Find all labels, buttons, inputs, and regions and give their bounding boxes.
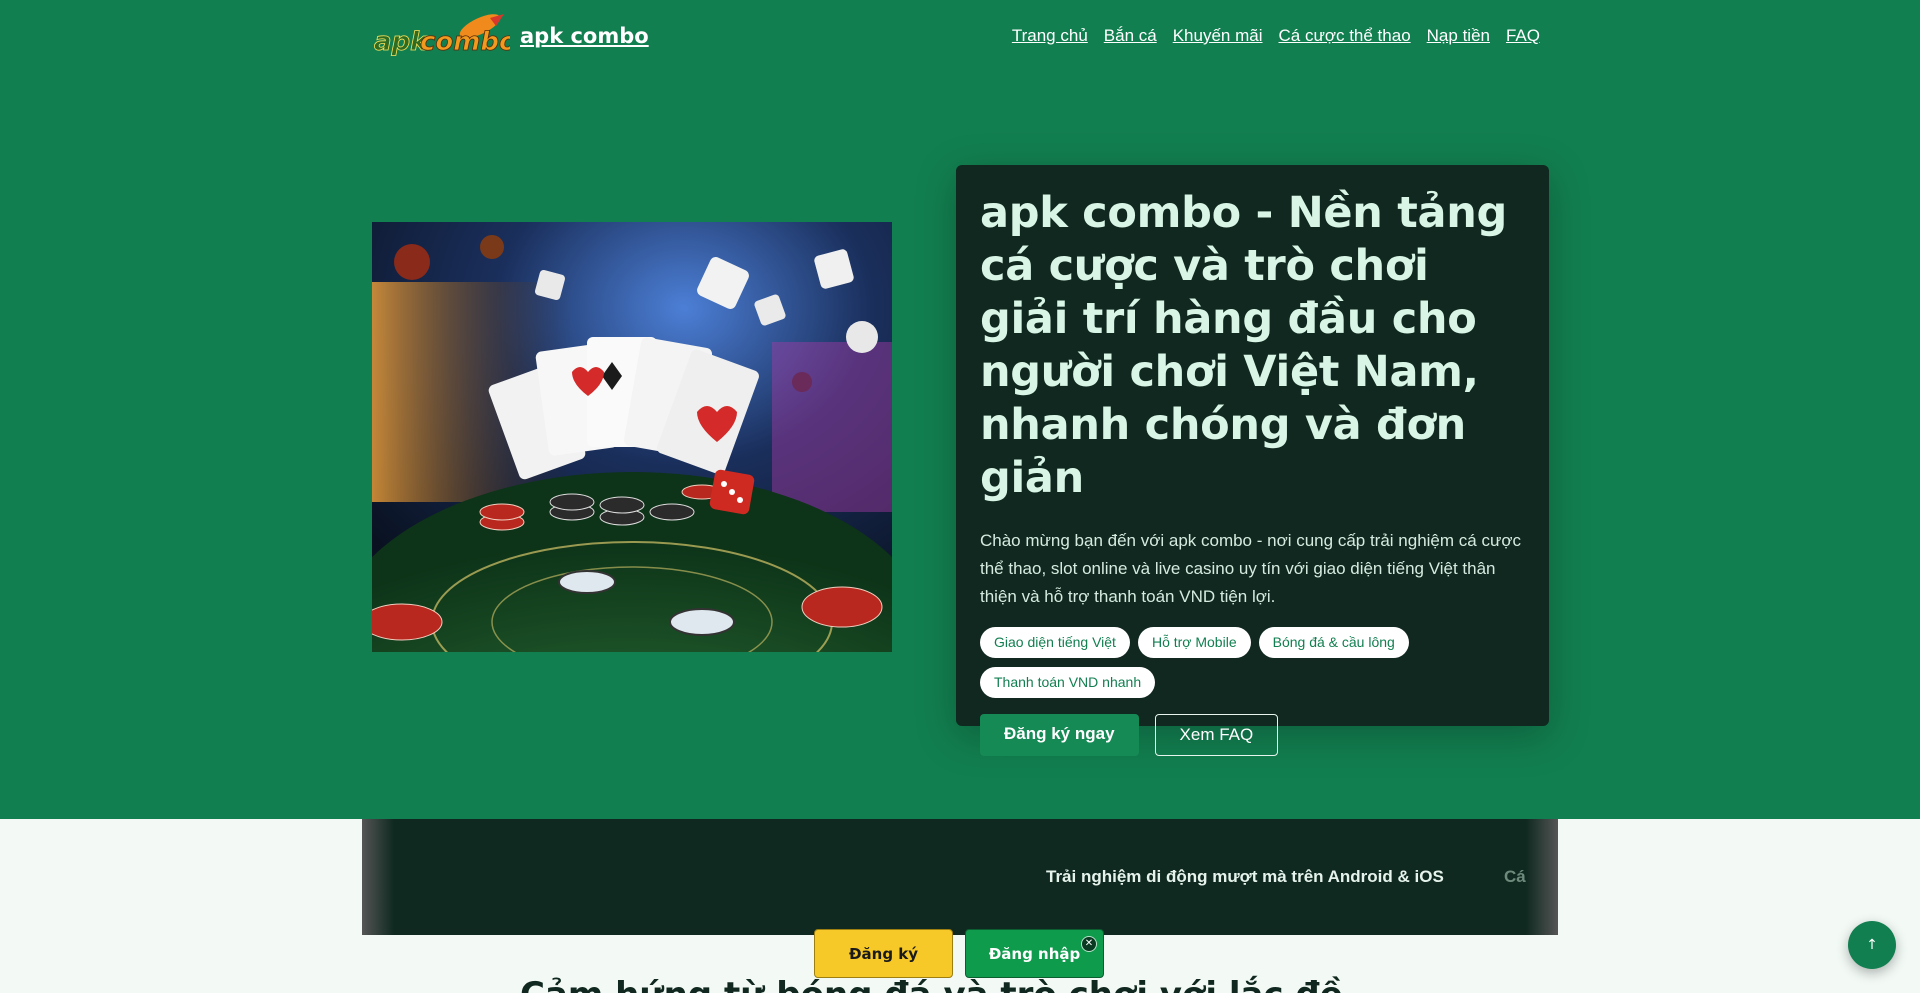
main-nav: Trang chủ Bắn cá Khuyến mãi Cá cược thể …: [1012, 26, 1540, 46]
floating-login-button[interactable]: Đăng nhập ✕: [965, 929, 1104, 978]
hero-card: apk combo - Nền tảng cá cược và trò chơi…: [956, 165, 1549, 756]
nav-faq[interactable]: FAQ: [1506, 26, 1540, 46]
hero-description: Chào mừng bạn đến với apk combo - nơi cu…: [980, 531, 1521, 606]
floating-login-label: Đăng nhập: [988, 944, 1081, 963]
view-faq-button[interactable]: Xem FAQ: [1154, 714, 1279, 756]
close-icon[interactable]: ✕: [1081, 936, 1097, 952]
tag-mobile-support: Hỗ trợ Mobile: [1137, 627, 1251, 658]
register-now-button[interactable]: Đăng ký ngay: [980, 714, 1139, 756]
hero-title: apk combo - Nền tảng cá cược và trò chơi…: [980, 188, 1508, 503]
nav-promotions[interactable]: Khuyến mãi: [1173, 26, 1263, 46]
back-to-top-icon[interactable]: ↑: [1848, 921, 1896, 969]
apkcombo-logo[interactable]: apk combo: [372, 12, 510, 60]
nav-sports-betting[interactable]: Cá cược thể thao: [1279, 26, 1411, 46]
ticker-item-mobile: Trải nghiệm di động mượt mà trên Android…: [1046, 867, 1444, 886]
floating-register-button[interactable]: Đăng ký: [814, 929, 953, 978]
tag-vnd-payment: Thanh toán VND nhanh: [980, 667, 1156, 698]
brand-name[interactable]: apk combo: [520, 24, 649, 48]
feature-ticker: Trải nghiệm di động mượt mà trên Android…: [362, 819, 1558, 935]
ticker-shade-left: [362, 819, 394, 935]
brand[interactable]: apk combo apk combo: [372, 12, 649, 60]
ticker-item-next: Cá: [1504, 867, 1526, 886]
nav-fishing[interactable]: Bắn cá: [1104, 26, 1157, 46]
tag-vietnamese-ui: Giao diện tiếng Việt: [980, 627, 1130, 658]
nav-deposit[interactable]: Nạp tiền: [1427, 26, 1490, 46]
tag-football-badminton: Bóng đá & cầu lông: [1258, 627, 1409, 658]
site-header: apk combo apk combo Trang chủ Bắn cá Khu…: [0, 0, 1920, 74]
nav-home[interactable]: Trang chủ: [1012, 26, 1088, 46]
floating-action-bar: Đăng ký Đăng nhập ✕: [814, 929, 1104, 978]
ticker-shade-right: [1526, 819, 1558, 935]
svg-text:combo: combo: [420, 27, 510, 57]
feature-tags: Giao diện tiếng Việt Hỗ trợ Mobile Bóng …: [980, 627, 1450, 698]
hero-image: [372, 222, 892, 652]
hero-buttons: Đăng ký ngay Xem FAQ: [980, 714, 1525, 756]
